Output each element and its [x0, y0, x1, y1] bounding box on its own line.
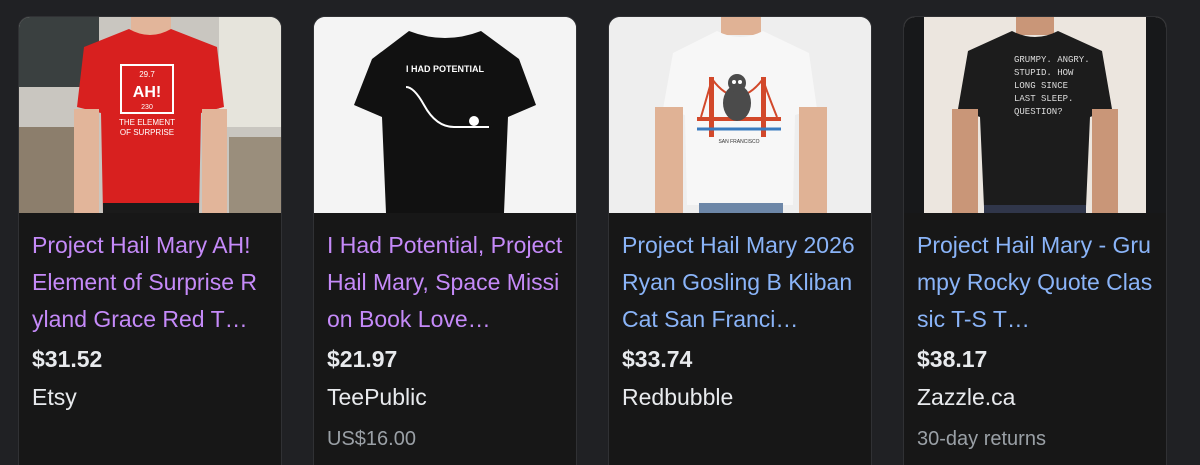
merchant-name: Redbubble — [622, 384, 734, 410]
product-card[interactable]: SAN FRANCISCO Project Hail Mary 2026 Rya… — [608, 16, 872, 465]
merchant-name: Zazzle.ca — [917, 384, 1016, 410]
merchant-name: Etsy — [32, 384, 77, 410]
shopping-results-row: 29.7 AH! 230 THE ELEMENT OF SURPRISE Pro… — [0, 0, 1200, 465]
product-info: I Had Potential, Project Hail Mary, Spac… — [314, 213, 576, 452]
product-info: Project Hail Mary AH! Element of Surpris… — [19, 213, 281, 412]
product-info: Project Hail Mary - Grumpy Rocky Quote C… — [904, 213, 1166, 452]
product-image[interactable]: GRUMPY. ANGRY. STUPID. HOW LONG SINCE LA… — [904, 17, 1166, 213]
product-title-link[interactable]: Project Hail Mary 2026 Ryan Gosling B Kl… — [622, 227, 858, 338]
returns-policy: 30-day returns — [917, 428, 1046, 450]
product-info: Project Hail Mary 2026 Ryan Gosling B Kl… — [609, 213, 871, 412]
shirt-print-line: STUPID. HOW — [1014, 68, 1074, 78]
product-title-link[interactable]: I Had Potential, Project Hail Mary, Spac… — [327, 227, 563, 338]
shirt-print-line: QUESTION? — [1014, 107, 1063, 117]
shirt-print-line: OF SURPRISE — [120, 128, 174, 137]
product-price: $38.17 — [917, 346, 988, 372]
shirt-print-text: I HAD POTENTIAL — [406, 64, 485, 74]
shirt-print-line: THE ELEMENT — [119, 118, 175, 127]
product-image[interactable]: SAN FRANCISCO — [609, 17, 871, 213]
merchant-name: TeePublic — [327, 384, 427, 410]
shirt-print-line: LONG SINCE — [1014, 81, 1068, 91]
product-card[interactable]: I HAD POTENTIAL I Had Potential, Project… — [313, 16, 577, 465]
shirt-print-symbol: AH! — [133, 84, 161, 101]
product-price: $21.97 — [327, 346, 398, 372]
original-price: US$16.00 — [327, 428, 416, 450]
shirt-print-number: 230 — [141, 104, 153, 111]
product-image[interactable]: I HAD POTENTIAL — [314, 17, 576, 213]
product-title-link[interactable]: Project Hail Mary - Grumpy Rocky Quote C… — [917, 227, 1153, 338]
shirt-print-text: 29.7 — [139, 70, 155, 79]
shirt-print-line: LAST SLEEP. — [1014, 94, 1073, 104]
shirt-print-line: GRUMPY. ANGRY. — [1014, 55, 1090, 65]
product-image[interactable]: 29.7 AH! 230 THE ELEMENT OF SURPRISE — [19, 17, 281, 213]
product-title-link[interactable]: Project Hail Mary AH! Element of Surpris… — [32, 227, 268, 338]
product-price: $31.52 — [32, 346, 103, 372]
product-card[interactable]: 29.7 AH! 230 THE ELEMENT OF SURPRISE Pro… — [18, 16, 282, 465]
product-price: $33.74 — [622, 346, 693, 372]
shirt-print-text: SAN FRANCISCO — [718, 139, 759, 145]
product-card[interactable]: GRUMPY. ANGRY. STUPID. HOW LONG SINCE LA… — [903, 16, 1167, 465]
